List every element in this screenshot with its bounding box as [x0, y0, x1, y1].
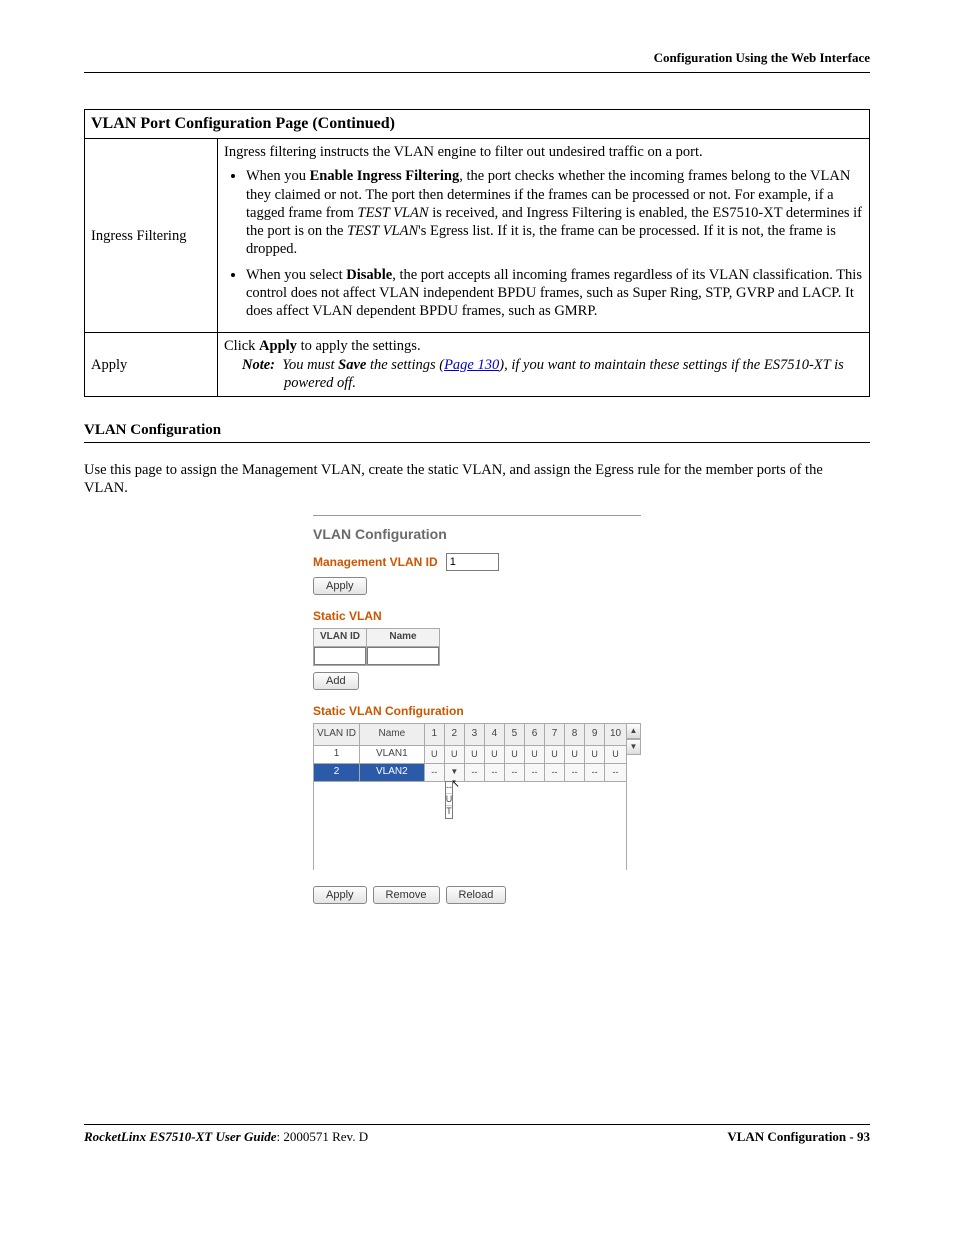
- page-footer: RocketLinx ES7510-XT User Guide: 2000571…: [84, 1124, 870, 1145]
- running-header: Configuration Using the Web Interface: [84, 50, 870, 73]
- svc-empty-area: [314, 781, 627, 870]
- apply-button-svc[interactable]: Apply: [313, 886, 367, 904]
- static-vlan-add-table: VLAN ID Name: [313, 628, 440, 666]
- remove-button[interactable]: Remove: [373, 886, 440, 904]
- apply-line: Click Apply to apply the settings.: [224, 337, 863, 355]
- reload-button[interactable]: Reload: [446, 886, 507, 904]
- ingress-bullet-enable: When you Enable Ingress Filtering, the p…: [246, 167, 863, 258]
- row-content-ingress: Ingress filtering instructs the VLAN eng…: [218, 139, 870, 333]
- svc-row-1[interactable]: 1 VLAN1 U U U U U U U U U U: [314, 745, 627, 763]
- section-heading: VLAN Configuration: [84, 421, 870, 440]
- port-dropdown-cell[interactable]: ▼ -- U T ↖: [444, 763, 464, 781]
- vlan-config-screenshot: VLAN Configuration Management VLAN ID Ap…: [313, 515, 641, 904]
- dd-opt-t[interactable]: T: [446, 806, 453, 817]
- row-label-ingress: Ingress Filtering: [85, 139, 218, 333]
- section-intro: Use this page to assign the Management V…: [84, 461, 870, 497]
- th-name: Name: [367, 629, 440, 647]
- scroll-up-icon[interactable]: ▲: [627, 724, 640, 739]
- mgmt-vlan-input[interactable]: [446, 553, 499, 571]
- svc-th-name: Name: [359, 723, 424, 745]
- section-rule: [84, 442, 870, 443]
- row-content-apply: Click Apply to apply the settings. Note:…: [218, 333, 870, 396]
- apply-note: Note: You must Save the settings (Page 1…: [266, 356, 863, 392]
- add-button[interactable]: Add: [313, 672, 359, 690]
- th-vlanid: VLAN ID: [314, 629, 367, 647]
- row-label-apply: Apply: [85, 333, 218, 396]
- static-vlan-heading: Static VLAN: [313, 609, 641, 624]
- ingress-bullet-disable: When you select Disable, the port accept…: [246, 266, 863, 320]
- dd-opt-u[interactable]: U: [446, 794, 453, 806]
- vlan-port-config-table: VLAN Port Configuration Page (Continued)…: [84, 109, 870, 397]
- ingress-intro: Ingress filtering instructs the VLAN eng…: [224, 143, 863, 161]
- add-vlanid-input[interactable]: [314, 647, 366, 665]
- apply-button-mgmt[interactable]: Apply: [313, 577, 367, 595]
- svc-th-vlanid: VLAN ID: [314, 723, 360, 745]
- svc-scrollbar[interactable]: ▲ ▼: [627, 723, 641, 755]
- dd-opt-dash[interactable]: --: [446, 782, 453, 794]
- page-link[interactable]: Page 130: [444, 357, 499, 373]
- footer-right: VLAN Configuration - 93: [727, 1129, 870, 1145]
- svc-table: VLAN ID Name 1 2 3 4 5 6 7 8 9 10 1 VLAN…: [313, 723, 627, 870]
- footer-left: RocketLinx ES7510-XT User Guide: 2000571…: [84, 1129, 368, 1145]
- svc-row-2[interactable]: 2 VLAN2 -- ▼ -- U T ↖ -- -- -- -- -- --: [314, 763, 627, 781]
- add-name-input[interactable]: [367, 647, 439, 665]
- mgmt-vlan-label: Management VLAN ID: [313, 555, 438, 570]
- scroll-down-icon[interactable]: ▼: [627, 739, 640, 754]
- ss-title: VLAN Configuration: [313, 526, 641, 544]
- table-caption: VLAN Port Configuration Page (Continued): [85, 110, 870, 139]
- svc-heading: Static VLAN Configuration: [313, 704, 641, 719]
